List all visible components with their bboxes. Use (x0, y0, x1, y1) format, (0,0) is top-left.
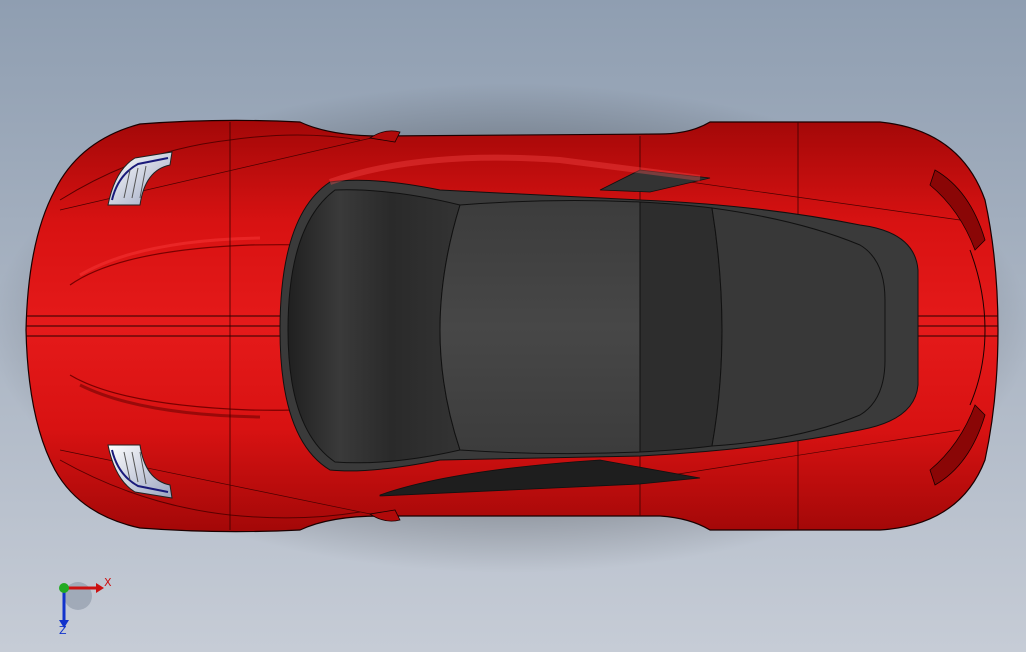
windscreen-glass (287, 189, 461, 464)
triad-y-axis (59, 583, 69, 593)
rear-cabin-glass (639, 201, 723, 453)
graphics-viewport[interactable]: X Z (0, 0, 1026, 652)
roof-panel (439, 200, 641, 455)
car-model[interactable] (25, 119, 999, 533)
viewport-canvas[interactable]: X Z (0, 0, 1026, 652)
triad-z-label: Z (59, 624, 67, 637)
triad-x-label: X (104, 576, 112, 589)
